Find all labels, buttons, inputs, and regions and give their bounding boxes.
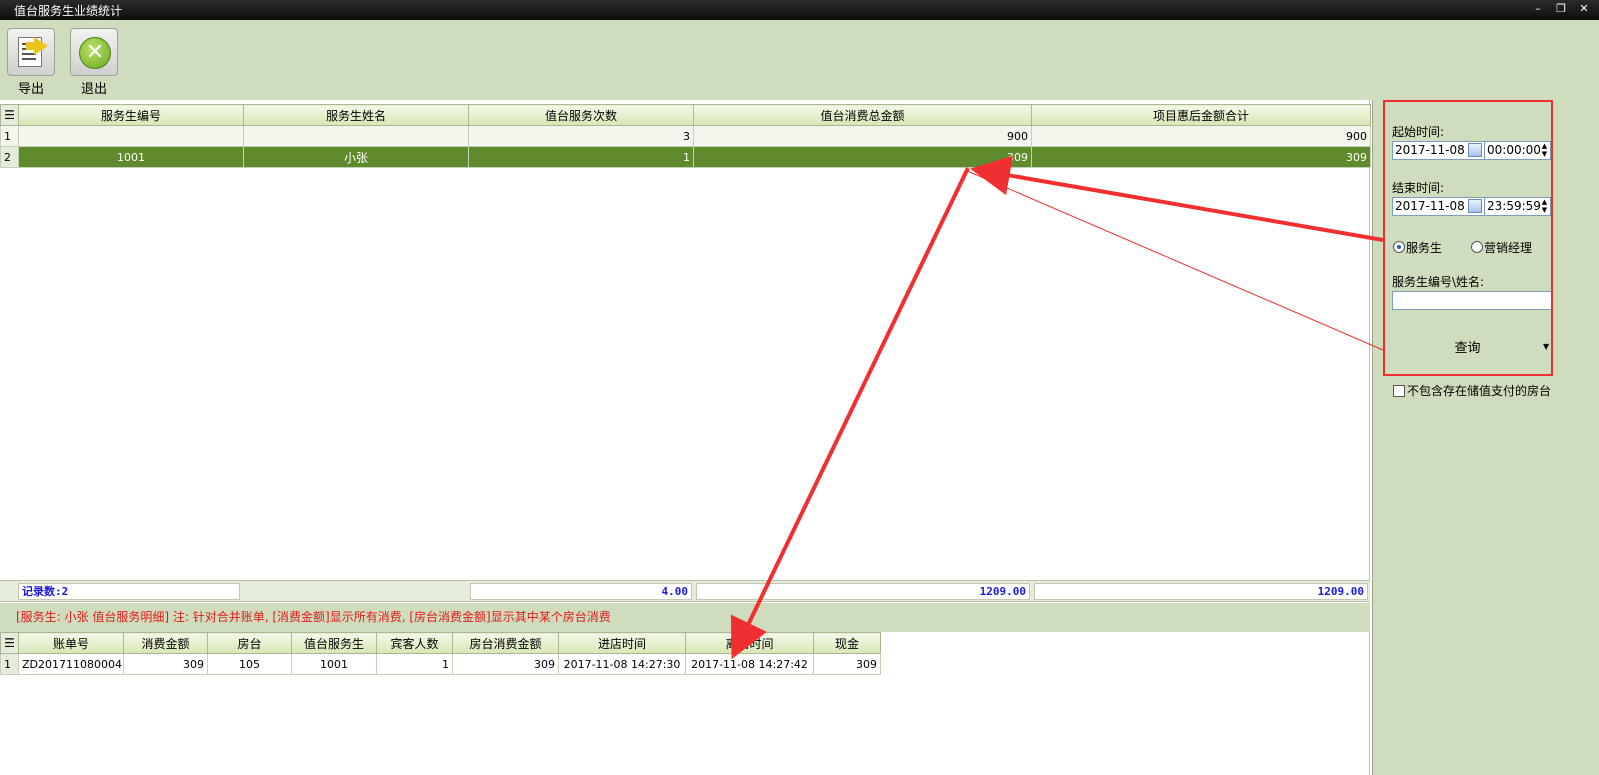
cell-total-amount: 900 — [693, 125, 1032, 147]
restore-button[interactable]: ❐ — [1553, 1, 1569, 17]
export-icon — [7, 28, 55, 76]
exit-icon: ✕ — [70, 28, 118, 76]
col-bill-no[interactable]: 账单号 — [18, 632, 124, 654]
waiter-performance-table: ☰ 服务生编号 服务生姓名 值台服务次数 值台消费总金额 项目惠后金额合计 1 … — [0, 104, 1371, 168]
radio-manager-label: 营销经理 — [1484, 241, 1533, 255]
col-waiter-name[interactable]: 服务生姓名 — [243, 104, 469, 126]
search-input[interactable] — [1392, 291, 1552, 310]
cell-room: 105 — [207, 653, 292, 675]
cell-total-amount: 309 — [693, 146, 1032, 168]
exclude-stored-value-checkbox[interactable] — [1393, 385, 1405, 397]
row-number: 2 — [0, 146, 19, 168]
exit-button[interactable]: ✕ 退出 — [69, 28, 119, 98]
start-time-label: 起始时间: — [1392, 125, 1445, 139]
cell-waiter-id: 1001 — [18, 146, 244, 168]
table-row[interactable]: 1 ZD201711080004 309 105 1001 1 309 2017… — [0, 653, 881, 675]
detail-grid-menu-icon[interactable]: ☰ — [0, 632, 19, 654]
export-label: 导出 — [17, 82, 44, 97]
minimize-button[interactable]: – — [1530, 1, 1546, 17]
cell-amount: 309 — [123, 653, 208, 675]
search-label: 服务生编号\姓名: — [1392, 275, 1485, 289]
record-count: 记录数:2 — [18, 583, 240, 600]
col-total-amount[interactable]: 值台消费总金额 — [693, 104, 1032, 126]
start-calendar-icon[interactable] — [1468, 143, 1482, 157]
detail-info-text: [服务生: 小张 值台服务明细] 注: 针对合并账单, [消费金额]显示所有消费… — [0, 603, 1370, 632]
start-time-spinner[interactable]: ▲ ▼ — [1540, 142, 1549, 159]
window-title: 值台服务生业绩统计 — [14, 4, 123, 18]
table-row-selected[interactable]: 2 1001 小张 1 309 309 — [0, 146, 1371, 168]
exclude-stored-value-label: 不包含存在储值支付的房台 — [1407, 384, 1552, 398]
end-time-spinner[interactable]: ▲ ▼ — [1540, 198, 1549, 215]
cell-bill-no: ZD201711080004 — [18, 653, 124, 675]
cell-checkout: 2017-11-08 14:27:42 — [685, 653, 814, 675]
col-room-amount[interactable]: 房台消费金额 — [452, 632, 559, 654]
close-button[interactable]: ✕ — [1576, 1, 1592, 17]
table-row[interactable]: 1 3 900 900 — [0, 125, 1371, 147]
cell-discount-total: 900 — [1031, 125, 1371, 147]
sum-total-amount: 1209.00 — [696, 583, 1030, 600]
cell-service-count: 3 — [468, 125, 694, 147]
col-service-count[interactable]: 值台服务次数 — [468, 104, 694, 126]
col-checkin[interactable]: 进店时间 — [558, 632, 686, 654]
col-guests[interactable]: 宾客人数 — [376, 632, 453, 654]
cell-waiter-name — [243, 125, 469, 147]
exit-label: 退出 — [80, 82, 107, 97]
export-button[interactable]: 导出 — [6, 28, 56, 98]
query-button[interactable]: 查询 — [1390, 337, 1545, 361]
radio-waiter-label: 服务生 — [1406, 241, 1443, 255]
col-waiter-id[interactable]: 服务生编号 — [18, 104, 244, 126]
col-waiter[interactable]: 值台服务生 — [291, 632, 377, 654]
col-discount-total[interactable]: 项目惠后金额合计 — [1031, 104, 1371, 126]
row-number: 1 — [0, 653, 19, 675]
col-checkout[interactable]: 离店时间 — [685, 632, 814, 654]
sum-discount-total: 1209.00 — [1034, 583, 1368, 600]
cell-waiter-id — [18, 125, 244, 147]
query-label: 查询 — [1454, 341, 1481, 356]
main-grid-area: ☰ 服务生编号 服务生姓名 值台服务次数 值台消费总金额 项目惠后金额合计 1 … — [0, 100, 1371, 580]
detail-table: ☰ 账单号 消费金额 房台 值台服务生 宾客人数 房台消费金额 进店时间 离店时… — [0, 632, 881, 675]
detail-grid-area: ☰ 账单号 消费金额 房台 值台服务生 宾客人数 房台消费金额 进店时间 离店时… — [0, 632, 1370, 775]
cell-service-count: 1 — [468, 146, 694, 168]
grid-menu-icon[interactable]: ☰ — [0, 104, 19, 126]
toolbar: 导出 ✕ 退出 — [0, 20, 1599, 100]
cell-discount-total: 309 — [1031, 146, 1371, 168]
radio-manager[interactable] — [1471, 241, 1483, 253]
cell-checkin: 2017-11-08 14:27:30 — [558, 653, 686, 675]
sum-service-count: 4.00 — [470, 583, 692, 600]
end-calendar-icon[interactable] — [1468, 199, 1482, 213]
col-room[interactable]: 房台 — [207, 632, 292, 654]
cell-guests: 1 — [376, 653, 453, 675]
cell-waiter: 1001 — [291, 653, 377, 675]
radio-waiter[interactable] — [1393, 241, 1405, 253]
end-time-label: 结束时间: — [1392, 181, 1445, 195]
col-amount[interactable]: 消费金额 — [123, 632, 208, 654]
filter-panel: 起始时间: 2017-11-08 00:00:00 ▲ ▼ 结束时间: 2017-… — [1372, 100, 1599, 775]
query-dropdown-icon[interactable]: ▼ — [1543, 342, 1549, 351]
cell-room-amount: 309 — [452, 653, 559, 675]
cell-waiter-name: 小张 — [243, 146, 469, 168]
title-bar: 值台服务生业绩统计 – ❐ ✕ — [0, 0, 1599, 20]
col-cash[interactable]: 现金 — [813, 632, 881, 654]
cell-cash: 309 — [813, 653, 881, 675]
row-number: 1 — [0, 125, 19, 147]
summary-row: 记录数:2 4.00 1209.00 1209.00 — [0, 580, 1370, 602]
